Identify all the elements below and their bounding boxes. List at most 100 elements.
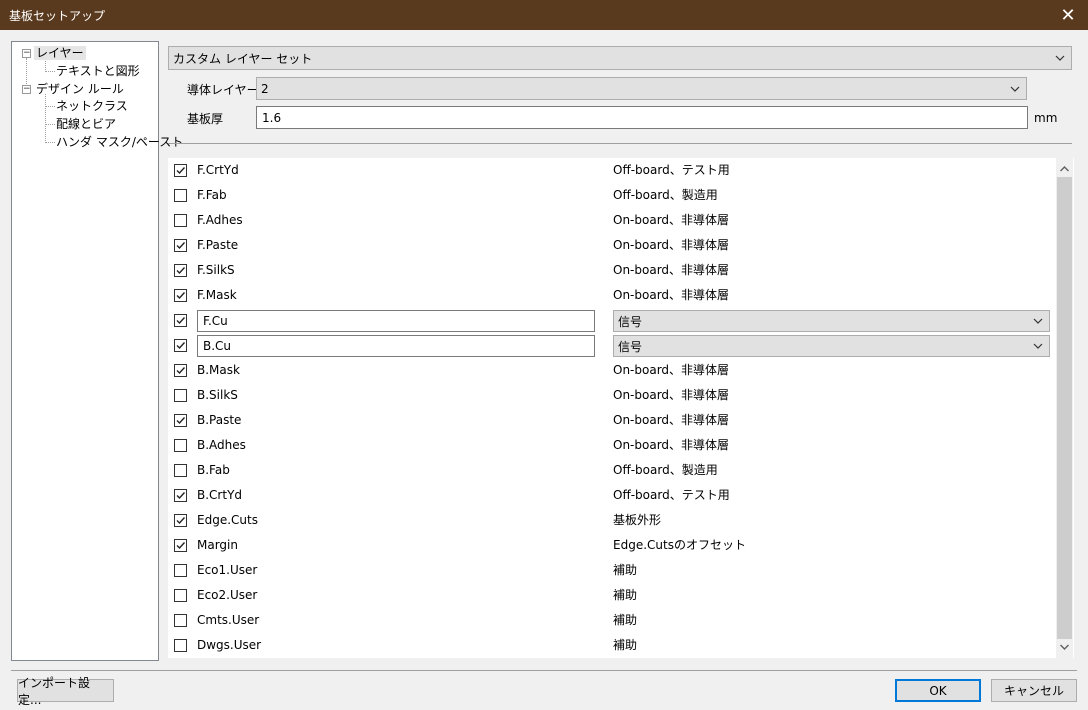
collapse-icon[interactable]: −: [22, 49, 31, 58]
layer-enabled-checkbox[interactable]: [174, 189, 187, 202]
import-settings-label: インポート設定...: [18, 675, 91, 707]
tree-item-solder-mask-paste[interactable]: ハンダ マスク/ペースト: [56, 133, 183, 151]
check-icon: [176, 317, 186, 325]
layer-name-value: F.Cu: [203, 314, 228, 328]
layer-preset-value: カスタム レイヤー セット: [173, 51, 313, 66]
layer-enabled-checkbox[interactable]: [174, 264, 187, 277]
layer-name: Eco1.User: [197, 563, 258, 577]
layer-name-input[interactable]: B.Cu: [197, 335, 595, 357]
layer-enabled-checkbox[interactable]: [174, 314, 187, 327]
check-icon: [176, 492, 186, 500]
thickness-unit: mm: [1034, 111, 1058, 125]
layer-type: Off-board、製造用: [613, 188, 718, 202]
layer-name: Cmts.User: [197, 613, 260, 627]
check-icon: [176, 342, 186, 350]
layer-name: Margin: [197, 538, 238, 552]
layer-enabled-checkbox[interactable]: [174, 639, 187, 652]
check-icon: [176, 417, 186, 425]
layer-enabled-checkbox[interactable]: [174, 164, 187, 177]
layer-grid-scrollbar[interactable]: [1056, 158, 1073, 658]
tree-item-layers[interactable]: レイヤー: [34, 44, 86, 62]
table-row: B.SilkS On-board、非導体層: [168, 383, 1056, 408]
layer-enabled-checkbox[interactable]: [174, 389, 187, 402]
table-row: B.CrtYd Off-board、テスト用: [168, 483, 1056, 508]
tree-item-label: レイヤー: [34, 46, 86, 60]
table-row: F.CrtYd Off-board、テスト用: [168, 158, 1056, 183]
layer-enabled-checkbox[interactable]: [174, 364, 187, 377]
chevron-down-icon: [1033, 318, 1043, 324]
layer-type: 補助: [613, 613, 638, 627]
table-row: F.Fab Off-board、製造用: [168, 183, 1056, 208]
layer-enabled-checkbox[interactable]: [174, 239, 187, 252]
scroll-up-icon[interactable]: [1056, 160, 1073, 177]
layer-type: Off-board、テスト用: [613, 488, 730, 502]
layer-enabled-checkbox[interactable]: [174, 489, 187, 502]
layer-type-value: 信号: [618, 314, 643, 329]
table-row: F.Mask On-board、非導体層: [168, 283, 1056, 308]
tree-connector: [45, 71, 55, 72]
collapse-icon[interactable]: −: [22, 85, 31, 94]
layer-type-select[interactable]: 信号: [613, 310, 1050, 332]
tree-item-label: ネットクラス: [56, 99, 128, 113]
import-settings-button[interactable]: インポート設定...: [17, 676, 114, 707]
layer-type: On-board、非導体層: [613, 238, 730, 252]
layer-type: 補助: [613, 638, 638, 652]
layer-enabled-checkbox[interactable]: [174, 539, 187, 552]
tree-item-net-classes[interactable]: ネットクラス: [56, 97, 128, 115]
title-bar: 基板セットアップ ✕: [0, 0, 1088, 30]
table-row: B.Mask On-board、非導体層: [168, 358, 1056, 383]
layer-enabled-checkbox[interactable]: [174, 214, 187, 227]
layer-enabled-checkbox[interactable]: [174, 289, 187, 302]
layer-type: Off-board、製造用: [613, 463, 718, 477]
board-thickness-input[interactable]: 1.6: [256, 106, 1028, 129]
settings-tree: − レイヤー テキストと図形 − デザイン ルール ネットクラス 配線とビア ハ…: [11, 41, 183, 661]
layer-type: On-board、非導体層: [613, 413, 730, 427]
tree-item-text-and-graphics[interactable]: テキストと図形: [56, 62, 140, 80]
layer-enabled-checkbox[interactable]: [174, 339, 187, 352]
scroll-down-icon[interactable]: [1056, 639, 1073, 656]
window-title: 基板セットアップ: [9, 8, 106, 23]
scrollbar-thumb[interactable]: [1057, 177, 1072, 639]
layer-type: 基板外形: [613, 513, 662, 527]
cancel-label: キャンセル: [1003, 684, 1064, 698]
layer-name: Dwgs.User: [197, 638, 262, 652]
layer-name: F.Fab: [197, 188, 227, 202]
layer-enabled-checkbox[interactable]: [174, 614, 187, 627]
table-row: F.Paste On-board、非導体層: [168, 233, 1056, 258]
table-row: F.Cu 信号: [168, 308, 1056, 333]
layer-name: Eco2.User: [197, 588, 258, 602]
layer-type: Off-board、テスト用: [613, 163, 730, 177]
cancel-button[interactable]: キャンセル: [991, 679, 1077, 702]
layer-enabled-checkbox[interactable]: [174, 464, 187, 477]
layer-enabled-checkbox[interactable]: [174, 564, 187, 577]
close-icon[interactable]: ✕: [1048, 0, 1088, 30]
layer-enabled-checkbox[interactable]: [174, 514, 187, 527]
layer-name-input[interactable]: F.Cu: [197, 310, 595, 332]
layer-enabled-checkbox[interactable]: [174, 439, 187, 452]
layer-name: B.SilkS: [197, 388, 238, 402]
layer-type-value: 信号: [618, 339, 643, 354]
board-thickness-value: 1.6: [262, 110, 282, 125]
layer-name: Edge.Cuts: [197, 513, 258, 527]
tree-item-label: ハンダ マスク/ペースト: [56, 135, 184, 149]
ok-button[interactable]: OK: [895, 679, 981, 702]
layer-enabled-checkbox[interactable]: [174, 414, 187, 427]
check-icon: [176, 542, 186, 550]
tree-item-design-rules[interactable]: デザイン ルール: [36, 80, 124, 98]
layer-preset-select[interactable]: カスタム レイヤー セット: [168, 46, 1072, 70]
tree-item-tracks-and-vias[interactable]: 配線とビア: [56, 115, 116, 133]
table-row: B.Cu 信号: [168, 333, 1056, 358]
table-row: B.Paste On-board、非導体層: [168, 408, 1056, 433]
tree-item-label: デザイン ルール: [36, 82, 124, 96]
layer-type-select[interactable]: 信号: [613, 335, 1050, 357]
chevron-down-icon: [1055, 55, 1065, 61]
check-icon: [176, 267, 186, 275]
board-thickness-label: 基板厚: [187, 112, 224, 126]
table-row: B.Adhes On-board、非導体層: [168, 433, 1056, 458]
copper-layers-select[interactable]: 2: [256, 77, 1027, 100]
table-row: Eco1.User 補助: [168, 558, 1056, 583]
layer-enabled-checkbox[interactable]: [174, 589, 187, 602]
table-row: Margin Edge.Cutsのオフセット: [168, 533, 1056, 558]
layer-type: On-board、非導体層: [613, 363, 730, 377]
check-icon: [176, 517, 186, 525]
